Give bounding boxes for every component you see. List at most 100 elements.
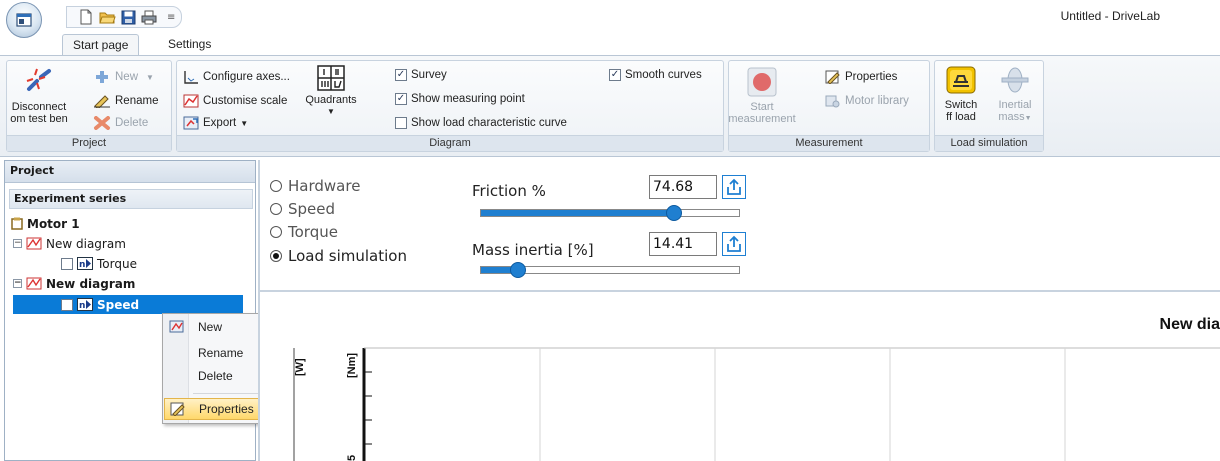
group-project: Disconnect om test ben New ▼ Rename Dele… [6,60,172,152]
flywheel-icon [1001,67,1029,93]
inertial-mass-button[interactable]: Inertial mass▼ [989,65,1041,125]
checkbox-unchecked[interactable] [61,298,73,311]
friction-input[interactable]: 74.68 [649,175,717,199]
tab-settings[interactable]: Settings [158,34,221,56]
checkbox-checked: ✓ [395,69,407,81]
chevron-down-icon: ▼ [146,72,154,82]
checkbox-unchecked[interactable] [61,257,73,270]
application-menu-button[interactable] [6,2,42,38]
group-load-simulation-label: Load simulation [935,135,1043,151]
group-diagram-label: Diagram [177,135,723,151]
properties-button[interactable]: Properties [825,70,897,84]
open-folder-icon[interactable] [98,8,116,26]
show-load-curve-checkbox[interactable]: Show load characteristic curve [395,117,567,129]
mass-inertia-input[interactable]: 14.41 [649,232,717,256]
delete-button[interactable]: Delete [93,116,148,130]
diagram-icon [26,277,42,290]
chevron-down-icon: ▼ [1024,115,1032,122]
quadrants-button[interactable]: Quadrants ▼ [303,65,359,118]
radio-indicator [270,250,282,262]
collapse-icon[interactable]: − [13,279,22,288]
context-menu-new-label: New [198,320,223,334]
save-icon[interactable] [119,8,137,26]
tree-curve-speed-label: Speed [97,297,140,312]
mode-radio-load-simulation[interactable]: Load simulation [270,247,407,265]
disconnect-label-2: om test ben [10,113,68,125]
svg-text:n: n [79,260,85,270]
tree-item-motor[interactable]: Motor 1 [11,214,80,233]
inertial-label-1: Inertial [998,99,1032,111]
tab-start-page[interactable]: Start page [62,34,140,56]
svg-text:n: n [79,301,85,311]
survey-checkbox[interactable]: ✓ Survey [395,69,447,81]
tree-item-curve-speed[interactable]: n Speed [13,295,243,314]
chart-area: New dia [W] [Nm] 5 [260,290,1220,461]
quadrants-label: Quadrants [305,94,357,106]
group-diagram: Configure axes... Customise scale Export… [176,60,724,152]
mode-speed-label: Speed [288,200,336,218]
chart-plot [293,347,1220,461]
friction-slider-thumb[interactable] [666,205,682,221]
customise-scale-button[interactable]: Customise scale [183,94,287,108]
tree-item-curve-torque[interactable]: n Torque [61,254,137,273]
collapse-icon[interactable]: − [13,239,22,248]
ribbon: Disconnect om test ben New ▼ Rename Dele… [0,55,1220,157]
mode-radio-hardware[interactable]: Hardware [270,177,360,195]
friction-slider-fill [481,210,674,216]
print-icon[interactable] [140,8,158,26]
y-axis-label-power: [W] [294,358,306,376]
switch-off-load-button[interactable]: Switch ff load [937,65,985,123]
mass-inertia-apply-button[interactable] [722,232,746,256]
rename-label: Rename [115,95,159,107]
radio-indicator [270,226,282,238]
disconnect-button[interactable]: Disconnect om test ben [9,67,69,125]
new-button[interactable]: New ▼ [93,70,154,84]
configure-axes-button[interactable]: Configure axes... [183,70,290,84]
mass-inertia-slider-thumb[interactable] [510,262,526,278]
chevron-down-icon: ▼ [240,118,249,128]
mode-radio-torque[interactable]: Torque [270,223,338,241]
new-file-icon[interactable] [77,8,95,26]
show-load-curve-label: Show load characteristic curve [411,117,567,129]
start-measurement-button[interactable]: Start measurement [728,67,796,125]
show-measuring-point-checkbox[interactable]: ✓ Show measuring point [395,93,525,105]
start-label-1: Start [750,101,774,113]
motor-library-button[interactable]: Motor library [825,94,909,108]
mass-inertia-slider[interactable] [480,262,740,278]
checkbox-checked: ✓ [395,93,407,105]
mass-inertia-label: Mass inertia [%] [472,241,594,259]
switch-label-1: Switch [944,99,978,111]
configure-axes-label: Configure axes... [203,71,290,83]
rename-pencil-icon [94,95,110,108]
properties-icon [170,402,185,416]
survey-label: Survey [411,69,447,81]
smooth-curves-checkbox[interactable]: ✓ Smooth curves [609,69,702,81]
ribbon-tabs: Start page Settings [0,34,1220,56]
friction-slider[interactable] [480,205,740,221]
y-axis-label-torque: [Nm] [346,352,358,378]
axes-icon [184,71,198,84]
mode-torque-label: Torque [288,223,338,241]
friction-label: Friction % [472,182,546,200]
checkbox-checked: ✓ [609,69,621,81]
y-axis-tick-label: 5 [346,454,358,461]
tree-motor-label: Motor 1 [27,216,80,231]
friction-apply-button[interactable] [722,175,746,199]
delete-x-icon [94,116,110,130]
group-measurement: Start measurement Properties Motor libra… [728,60,930,152]
rename-button[interactable]: Rename [93,94,158,108]
start-label-2: measurement [728,113,796,125]
tree-item-diagram-1[interactable]: − New diagram [13,234,126,253]
load-switch-icon [946,66,976,94]
show-measuring-point-label: Show measuring point [411,93,525,105]
app-window-icon [16,13,32,27]
record-icon [747,67,777,97]
mode-radio-speed[interactable]: Speed [270,200,335,218]
quick-access-toolbar: ≡ [66,6,183,28]
context-menu-properties-label: Properties [199,402,254,416]
export-button[interactable]: Export ▼ [183,116,248,130]
checkbox-unchecked [395,117,407,129]
customize-toolbar-icon[interactable]: ≡ [167,12,175,23]
tree-item-diagram-2[interactable]: − New diagram [13,274,135,293]
radio-indicator [270,180,282,192]
